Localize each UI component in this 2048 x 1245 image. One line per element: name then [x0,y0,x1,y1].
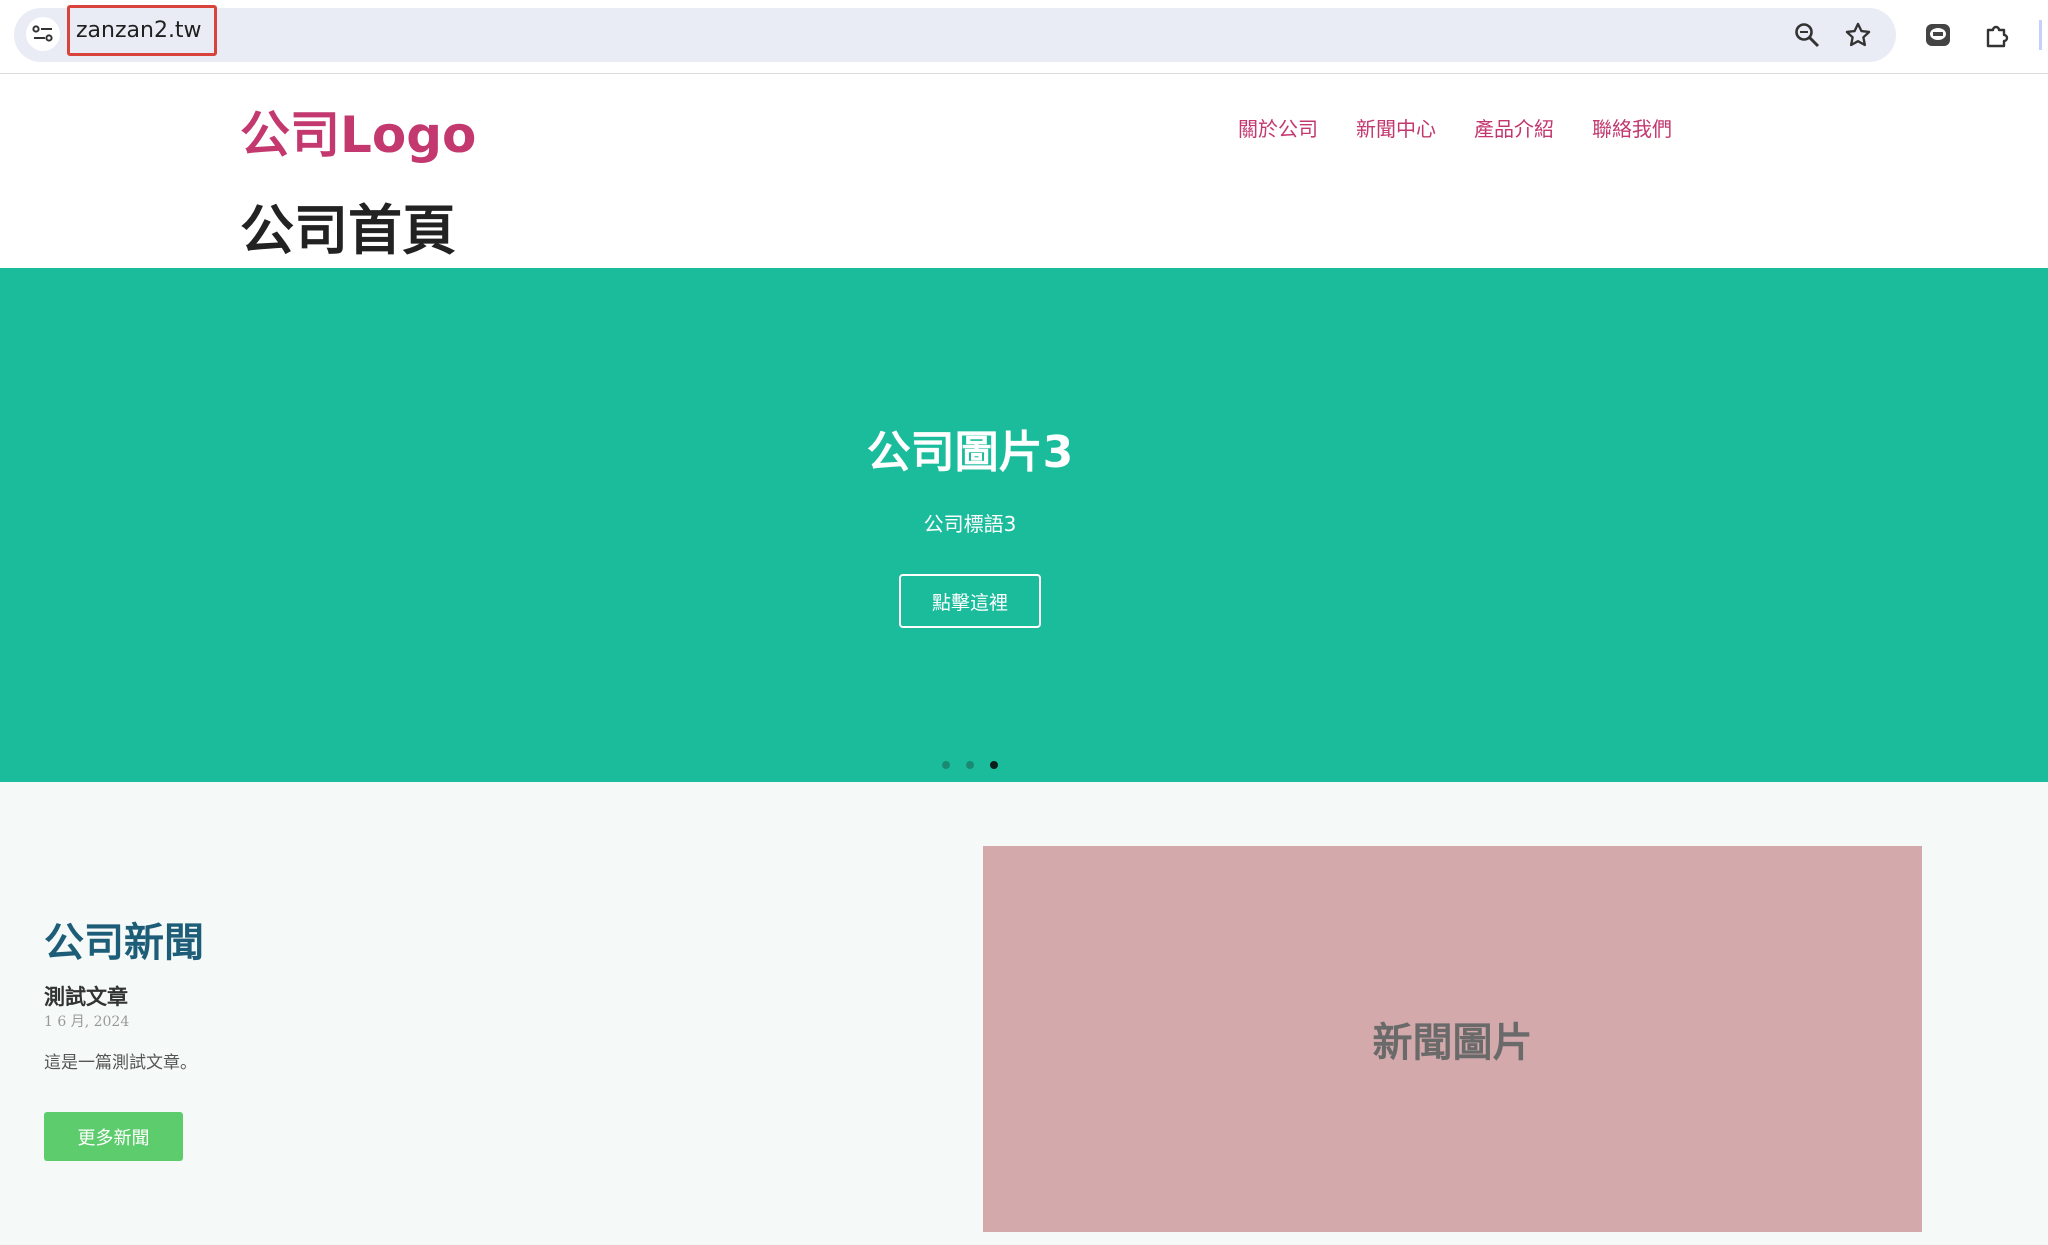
news-section: 公司新聞 測試文章 1 6 月, 2024 這是一篇測試文章。 更多新聞 新聞圖… [0,782,2048,1245]
news-heading: 公司新聞 [44,920,204,966]
hero-cta-button[interactable]: 點擊這裡 [899,574,1041,628]
line-extension-icon[interactable] [1918,15,1958,55]
zoom-icon[interactable] [1787,15,1827,55]
url-text[interactable]: zanzan2.tw [67,5,217,56]
hero-carousel: 公司圖片3 公司標語3 點擊這裡 [0,268,2048,782]
news-image-placeholder: 新聞圖片 [983,846,1922,1232]
article-excerpt: 這是一篇測試文章。 [44,1053,197,1073]
company-logo[interactable]: 公司Logo [240,95,476,167]
nav-item-about[interactable]: 關於公司 [1238,113,1318,142]
nav-item-contact[interactable]: 聯絡我們 [1592,113,1672,142]
page-title: 公司首頁 [240,199,456,262]
extensions-puzzle-icon[interactable] [1977,15,2017,55]
toolbar-divider [2039,20,2042,50]
main-nav: 關於公司 新聞中心 產品介紹 聯絡我們 [1238,113,1672,142]
nav-item-products[interactable]: 產品介紹 [1474,113,1554,142]
article-date: 1 6 月, 2024 [44,1014,130,1030]
browser-toolbar: zanzan2.tw [0,0,2048,74]
bookmark-star-icon[interactable] [1838,15,1878,55]
carousel-indicators [942,761,998,769]
hero-subtitle: 公司標語3 [923,512,1017,536]
carousel-dot-1[interactable] [942,761,950,769]
nav-item-news[interactable]: 新聞中心 [1356,113,1436,142]
carousel-dot-3[interactable] [990,761,998,769]
site-info-icon[interactable] [26,17,60,51]
hero-title: 公司圖片3 [866,427,1074,478]
more-news-button[interactable]: 更多新聞 [44,1112,183,1161]
address-bar[interactable] [14,8,1896,62]
article-title[interactable]: 測試文章 [44,981,128,1011]
carousel-dot-2[interactable] [966,761,974,769]
